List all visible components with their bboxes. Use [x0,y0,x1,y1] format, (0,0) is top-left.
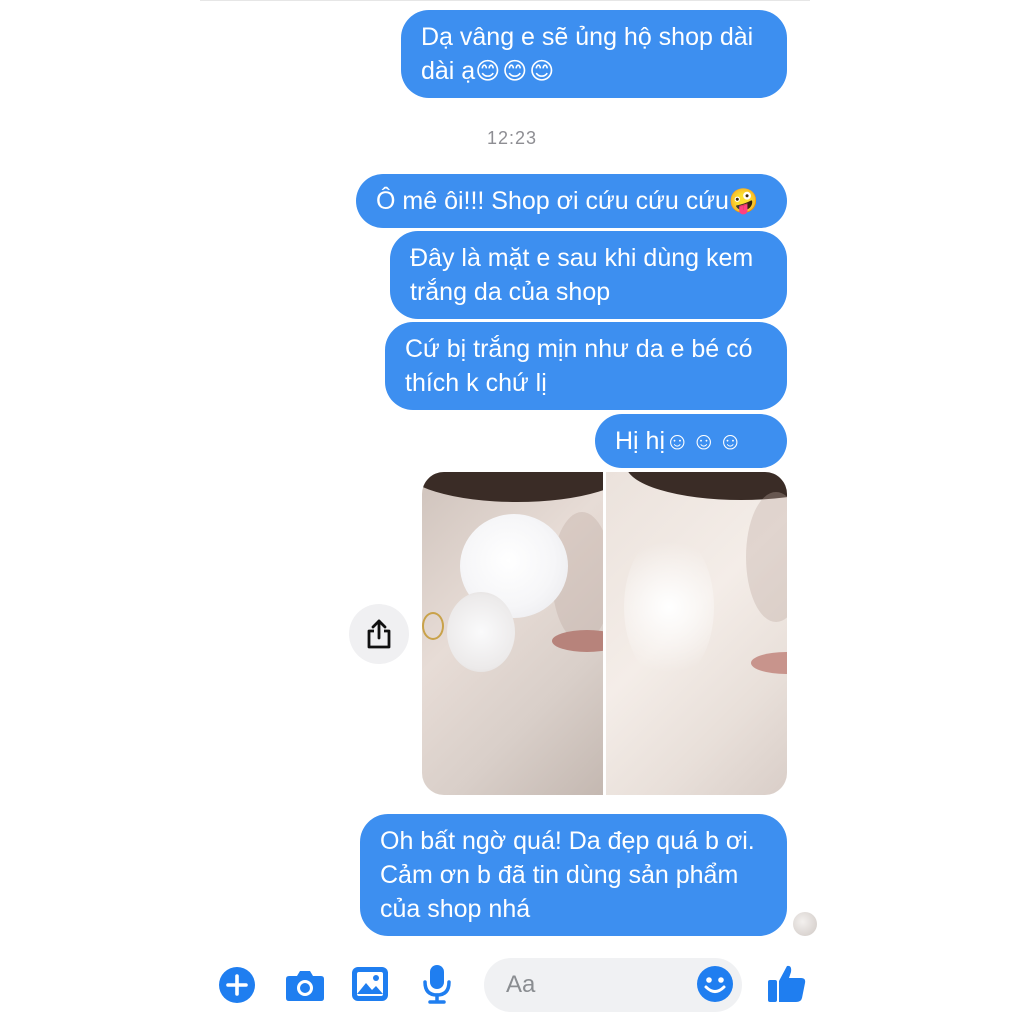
like-button[interactable] [766,962,808,1004]
lips-shape [751,652,787,674]
photo-before-half [422,472,603,795]
emoji-icon [697,966,733,1002]
message-bubble[interactable]: Oh bất ngờ quá! Da đẹp quá b ơi. Cảm ơn … [360,814,787,936]
message-line: trắng da của shop [410,278,611,306]
message-line: Hị hị [615,427,666,455]
camera-icon [286,971,324,1001]
hair-shape [422,472,603,502]
cream-patch [447,592,515,672]
message-line: dài ạ [421,57,476,85]
message-line: Dạ vâng e sẽ ủng hộ shop dài [421,23,754,51]
nose-shape [746,492,787,622]
share-icon [367,619,391,649]
message-timestamp: 12:23 [486,128,538,148]
camera-button[interactable] [284,966,326,1004]
top-divider [200,0,810,1]
plus-button[interactable] [218,966,256,1004]
share-button[interactable] [349,604,409,664]
lips-shape [552,630,603,652]
message-bubble[interactable]: Dạ vâng e sẽ ủng hộ shop dài dài ạ😊😊😊 [401,10,787,98]
message-line: của shop nhá [380,895,531,923]
skin-glow [624,532,714,682]
photo-after-half [606,472,787,795]
hair-shape [626,472,787,500]
message-bubble[interactable]: Cứ bị trắng mịn như da e bé có thích k c… [385,322,787,410]
message-line: thích k chứ lị [405,369,547,397]
microphone-button[interactable] [422,963,452,1005]
message-bubble[interactable]: Ô mê ôi!!! Shop ơi cứu cứu cứu🤪 [356,174,787,228]
smiling-emoji: 😊😊😊 [475,58,557,85]
message-input-placeholder: Aa [506,971,536,998]
microphone-icon [423,965,451,1004]
before-after-photo[interactable] [422,472,787,795]
message-line: Đây là mặt e sau khi dùng kem [410,244,754,272]
seen-avatar [793,912,817,936]
gallery-icon [352,967,388,1001]
plus-icon [219,967,255,1003]
message-bubble[interactable]: Đây là mặt e sau khi dùng kem trắng da c… [390,231,787,319]
message-bubble[interactable]: Hị hị☺☺☺ [595,414,787,468]
emoji-button[interactable] [696,965,734,1003]
message-line: Ô mê ôi!!! Shop ơi cứu cứu cứu [376,187,729,215]
thumbs-up-icon [768,965,806,1002]
message-line: Cảm ơn b đã tin dùng sản phẩm [380,861,739,889]
earring-shape [422,612,444,640]
message-line: Cứ bị trắng mịn như da e bé có [405,335,753,363]
message-line: Oh bất ngờ quá! Da đẹp quá b ơi. [380,827,755,855]
gallery-button[interactable] [351,965,389,1003]
zany-face-emoji: 🤪 [728,188,761,215]
smiling-emoji: ☺☺☺ [665,428,745,455]
